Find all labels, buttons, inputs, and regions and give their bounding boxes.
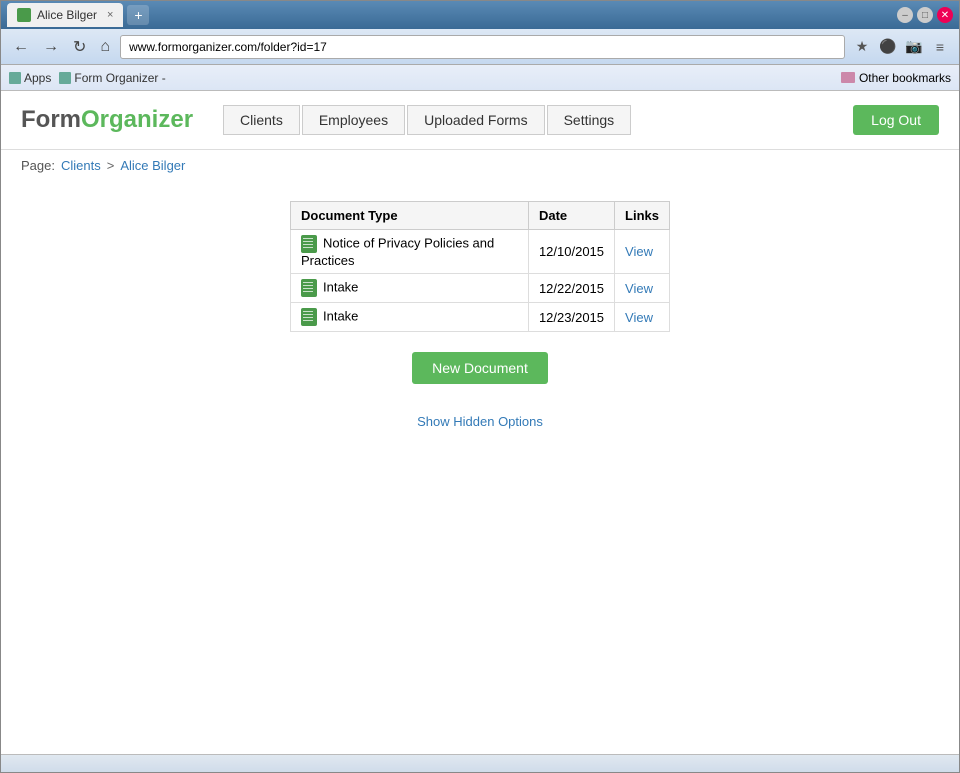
bookmark-btn[interactable]: ★ xyxy=(851,36,873,58)
maximize-btn[interactable]: □ xyxy=(917,7,933,23)
back-btn[interactable]: ← xyxy=(9,36,33,58)
navigation-bar: ← → ↻ ⌂ ★ ⚫ 📷 ≡ xyxy=(1,29,959,65)
doc-icon xyxy=(301,279,317,297)
doc-icon xyxy=(301,235,317,253)
tab-title: Alice Bilger xyxy=(37,8,97,22)
page-label: Page: xyxy=(21,158,55,173)
window-controls: – □ ✕ xyxy=(897,7,953,23)
menu-btn[interactable]: ≡ xyxy=(929,36,951,58)
breadcrumb-separator: > xyxy=(107,158,115,173)
doc-type-cell: Intake xyxy=(291,274,529,303)
form-organizer-icon xyxy=(59,72,71,84)
apps-icon xyxy=(9,72,21,84)
col-header-links: Links xyxy=(615,202,670,230)
other-bookmarks[interactable]: Other bookmarks xyxy=(841,71,951,85)
active-tab[interactable]: Alice Bilger × xyxy=(7,3,123,27)
title-bar: Alice Bilger × + – □ ✕ xyxy=(1,1,959,29)
reload-btn[interactable]: ↻ xyxy=(69,35,90,59)
app-container: FormOrganizer Clients Employees Uploaded… xyxy=(1,91,959,754)
stop-btn[interactable]: ⚫ xyxy=(877,36,899,58)
nav-settings[interactable]: Settings xyxy=(547,105,632,135)
table-row: Notice of Privacy Policies and Practices… xyxy=(291,230,670,274)
col-header-document-type: Document Type xyxy=(291,202,529,230)
logo-organizer: Organizer xyxy=(81,106,193,133)
breadcrumb-current: Alice Bilger xyxy=(120,158,185,173)
minimize-btn[interactable]: – xyxy=(897,7,913,23)
tab-close-btn[interactable]: × xyxy=(107,9,113,21)
address-bar[interactable] xyxy=(120,35,845,59)
doc-type-cell: Notice of Privacy Policies and Practices xyxy=(291,230,529,274)
browser-window: Alice Bilger × + – □ ✕ ← → ↻ ⌂ ★ ⚫ 📷 ≡ A… xyxy=(0,0,960,773)
new-document-btn[interactable]: New Document xyxy=(412,352,548,384)
show-hidden-options-link[interactable]: Show Hidden Options xyxy=(417,414,543,429)
doc-link-cell: View xyxy=(615,230,670,274)
doc-date-cell: 12/22/2015 xyxy=(528,274,614,303)
doc-link-cell: View xyxy=(615,303,670,332)
apps-label: Apps xyxy=(24,71,51,85)
table-row: Intake12/22/2015 View xyxy=(291,274,670,303)
form-organizer-label: Form Organizer - xyxy=(74,71,165,85)
app-header: FormOrganizer Clients Employees Uploaded… xyxy=(1,91,959,150)
main-content: Document Type Date Links Notice of Priva… xyxy=(1,181,959,449)
folder-icon xyxy=(841,72,855,83)
nav-clients[interactable]: Clients xyxy=(223,105,300,135)
nav-icons: ★ ⚫ 📷 ≡ xyxy=(851,36,951,58)
table-row: Intake12/23/2015 View xyxy=(291,303,670,332)
doc-date-cell: 12/10/2015 xyxy=(528,230,614,274)
home-btn[interactable]: ⌂ xyxy=(96,36,114,58)
status-bar xyxy=(1,754,959,772)
forward-btn[interactable]: → xyxy=(39,36,63,58)
doc-date-cell: 12/23/2015 xyxy=(528,303,614,332)
doc-icon xyxy=(301,308,317,326)
doc-link-cell: View xyxy=(615,274,670,303)
view-link[interactable]: View xyxy=(625,281,653,296)
logout-btn[interactable]: Log Out xyxy=(853,105,939,135)
camera-btn[interactable]: 📷 xyxy=(903,36,925,58)
tab-bar: Alice Bilger × + xyxy=(7,3,891,27)
col-header-date: Date xyxy=(528,202,614,230)
logo-form: Form xyxy=(21,106,81,133)
breadcrumb: Page: Clients > Alice Bilger xyxy=(1,150,959,181)
tab-favicon xyxy=(17,8,31,22)
main-nav: Clients Employees Uploaded Forms Setting… xyxy=(223,105,631,135)
bookmark-apps[interactable]: Apps xyxy=(9,71,51,85)
breadcrumb-clients-link[interactable]: Clients xyxy=(61,158,101,173)
nav-employees[interactable]: Employees xyxy=(302,105,405,135)
documents-table: Document Type Date Links Notice of Priva… xyxy=(290,201,670,332)
bookmarks-bar: Apps Form Organizer - Other bookmarks xyxy=(1,65,959,91)
bookmark-form-organizer[interactable]: Form Organizer - xyxy=(59,71,165,85)
doc-type-cell: Intake xyxy=(291,303,529,332)
close-window-btn[interactable]: ✕ xyxy=(937,7,953,23)
view-link[interactable]: View xyxy=(625,310,653,325)
view-link[interactable]: View xyxy=(625,244,653,259)
new-tab-btn[interactable]: + xyxy=(127,5,149,25)
page-content: FormOrganizer Clients Employees Uploaded… xyxy=(1,91,959,754)
other-bookmarks-label: Other bookmarks xyxy=(859,71,951,85)
nav-uploaded-forms[interactable]: Uploaded Forms xyxy=(407,105,545,135)
app-logo: FormOrganizer xyxy=(21,106,193,134)
